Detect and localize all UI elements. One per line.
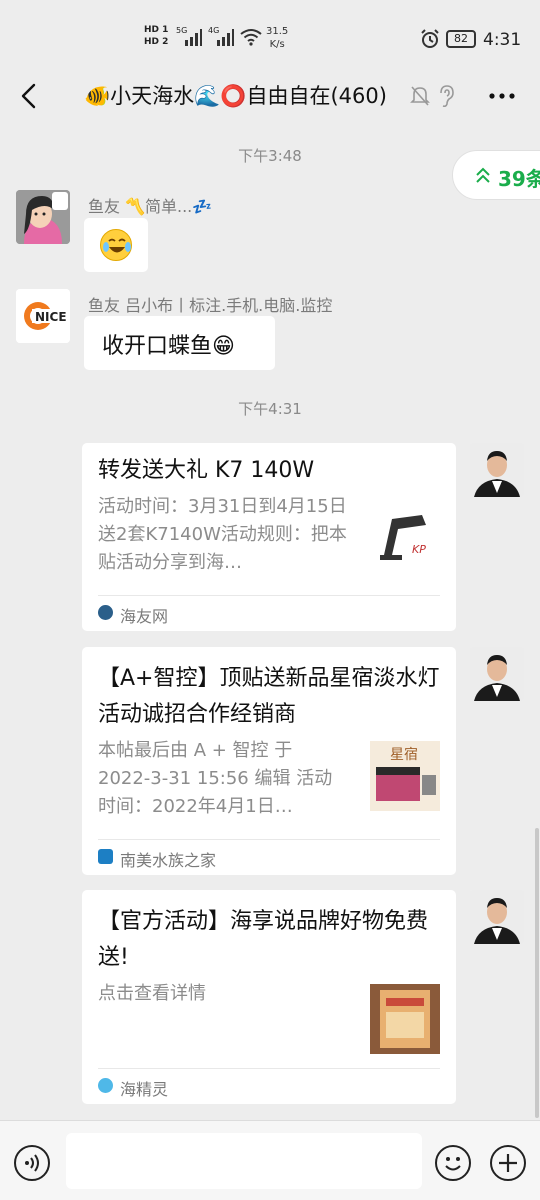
clock: 4:31 bbox=[483, 30, 522, 50]
signal-icon bbox=[185, 29, 202, 46]
scrollbar[interactable] bbox=[535, 828, 539, 1118]
my-avatar[interactable] bbox=[470, 647, 524, 701]
double-chevron-up-icon bbox=[476, 167, 490, 183]
wifi-icon bbox=[240, 29, 262, 46]
battery-indicator: 82 bbox=[446, 30, 476, 48]
source-icon bbox=[98, 1078, 113, 1093]
emoji-icon[interactable] bbox=[435, 1145, 471, 1181]
card-source: 海友网 bbox=[120, 607, 169, 626]
message-text: 收开口蝶鱼😁 bbox=[102, 334, 235, 359]
status-bar: HD 1 HD 2 5G 4G 31.5 K/s 82 4:31 bbox=[0, 0, 540, 66]
hd-indicator: HD 1 HD 2 bbox=[144, 25, 169, 47]
card-divider bbox=[98, 839, 440, 840]
card-description: 点击查看详情 bbox=[98, 983, 206, 1004]
message-bubble[interactable]: 收开口蝶鱼😁 bbox=[84, 316, 275, 370]
link-card[interactable]: 转发送大礼 K7 140W 活动时间：3月31日到4月15日送2套K7140W活… bbox=[82, 443, 456, 631]
laughing-tears-emoji bbox=[100, 229, 132, 261]
svg-text:KP: KP bbox=[412, 543, 426, 556]
card-title: 【A+智控】顶贴送新品星宿淡水灯活动诚招合作经销商 bbox=[98, 666, 440, 727]
avatar[interactable] bbox=[16, 190, 70, 244]
link-card[interactable]: 【A+智控】顶贴送新品星宿淡水灯活动诚招合作经销商 本帖最后由 A + 智控 于… bbox=[82, 647, 456, 875]
avatar-label: NICE bbox=[35, 310, 67, 324]
link-card[interactable]: 【官方活动】海享说品牌好物免费送! 点击查看详情 海精灵 bbox=[82, 890, 456, 1104]
card-title: 【官方活动】海享说品牌好物免费送! bbox=[98, 909, 429, 970]
avatar-cartoon-girl bbox=[16, 190, 70, 244]
card-description: 活动时间：3月31日到4月15日送2套K7140W活动规则：把本贴活动分享到海… bbox=[98, 496, 347, 573]
source-icon bbox=[98, 605, 113, 620]
message-input[interactable] bbox=[66, 1133, 422, 1189]
mute-icon bbox=[410, 86, 430, 106]
sender-name: 鱼友 吕小布丨标注.手机.电脑.监控 bbox=[88, 296, 333, 315]
input-bar bbox=[0, 1120, 540, 1200]
source-icon bbox=[98, 849, 113, 864]
svg-text:星宿: 星宿 bbox=[390, 746, 418, 763]
my-avatar[interactable] bbox=[470, 443, 524, 497]
voice-icon[interactable] bbox=[14, 1145, 50, 1181]
timestamp: 下午4:31 bbox=[238, 400, 302, 418]
unread-messages-button[interactable]: 39条 bbox=[452, 150, 540, 200]
card-title: 转发送大礼 K7 140W bbox=[98, 458, 315, 483]
avatar[interactable]: NICE bbox=[16, 289, 70, 343]
nice-logo-avatar: NICE bbox=[16, 289, 70, 343]
back-icon[interactable] bbox=[14, 80, 46, 112]
message-bubble[interactable] bbox=[84, 218, 148, 272]
signal-icon-2 bbox=[217, 29, 234, 46]
sender-name: 鱼友 〽️简单...💤 bbox=[88, 197, 213, 216]
man-photo-avatar bbox=[470, 890, 524, 944]
unread-count: 39条 bbox=[498, 167, 540, 191]
card-source: 海精灵 bbox=[120, 1080, 169, 1099]
man-photo-avatar bbox=[470, 647, 524, 701]
card-divider bbox=[98, 1068, 440, 1069]
man-photo-avatar bbox=[470, 443, 524, 497]
chat-header: 🐠小天海水🌊⭕自由自在(460) bbox=[0, 66, 540, 126]
card-thumbnail: 星宿 bbox=[370, 741, 440, 811]
chat-title: 🐠小天海水🌊⭕自由自在(460) bbox=[84, 84, 387, 108]
card-source: 南美水族之家 bbox=[120, 851, 217, 870]
earpiece-icon bbox=[440, 85, 454, 108]
card-divider bbox=[98, 595, 440, 596]
card-thumbnail: KP bbox=[370, 505, 440, 575]
card-description: 本帖最后由 A + 智控 于 2022-3-31 15:56 编辑 活动时间：2… bbox=[98, 740, 333, 817]
plus-icon[interactable] bbox=[490, 1145, 526, 1181]
alarm-icon bbox=[421, 29, 439, 48]
card-thumbnail bbox=[370, 984, 440, 1054]
network-speed: 31.5 K/s bbox=[266, 26, 289, 50]
my-avatar[interactable] bbox=[470, 890, 524, 944]
more-icon[interactable] bbox=[486, 82, 518, 110]
